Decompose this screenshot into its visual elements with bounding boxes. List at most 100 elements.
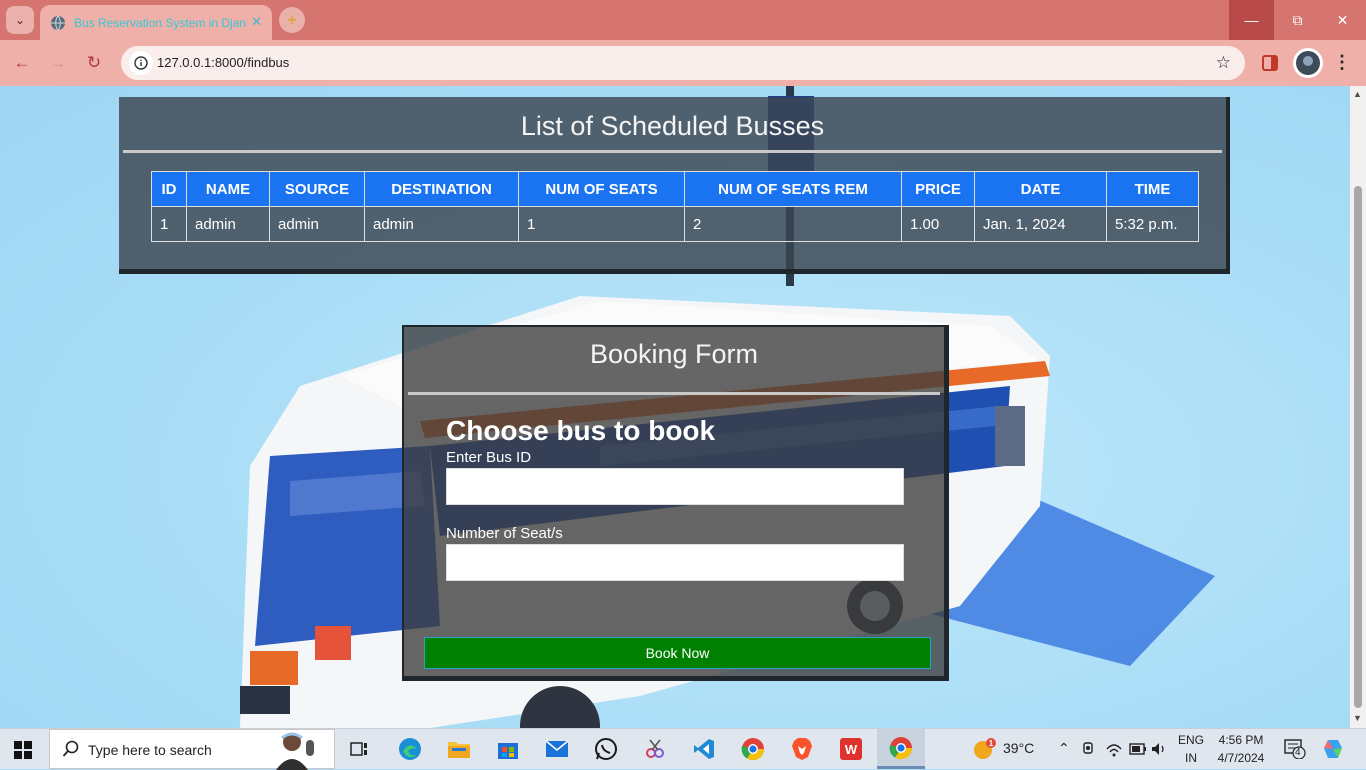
booking-form-title: Booking Form [589,339,759,369]
chrome-icon[interactable] [738,734,768,764]
column-header-num-seats: NUM OF SEATS [518,171,685,207]
clock[interactable]: 4:56 PM 4/7/2024 [1213,733,1269,765]
page-scrollbar[interactable]: ▲ ▼ [1350,86,1366,728]
forward-button[interactable]: → [47,52,69,74]
divider [123,150,1222,153]
chevron-up-icon[interactable]: ⌃ [1058,740,1070,757]
taskbar-search-placeholder: Type here to search [88,742,212,758]
snipping-tool-icon[interactable] [640,734,670,764]
weather-icon[interactable]: 1 [972,737,998,761]
browser-tab[interactable]: Bus Reservation System in Djan ✕ [40,5,272,40]
cell-name: admin [186,206,270,242]
bus-table: ID NAME SOURCE DESTINATION NUM OF SEATS … [151,171,1199,242]
brave-icon[interactable] [787,734,817,764]
bookmark-star-icon[interactable]: ☆ [1216,53,1231,73]
taskbar-search-box[interactable]: Type here to search [49,729,335,770]
form-heading: Choose bus to book [446,415,716,446]
vscode-icon[interactable] [689,734,719,764]
chrome-icon [889,737,913,760]
book-now-button[interactable]: Book Now [424,637,931,669]
bus-id-label: Enter Bus ID [446,449,532,466]
cell-destination: admin [364,206,519,242]
tab-title: Bus Reservation System in Djan [74,15,247,30]
windows-taskbar: Type here to search W 1 39°C ⌃ ENG IN 4:… [0,728,1366,770]
chrome-active-app[interactable] [877,729,925,769]
arrow-right-icon: → [49,53,67,72]
profile-avatar[interactable] [1293,48,1323,78]
url-text[interactable]: 127.0.0.1:8000/findbus [157,55,289,70]
windows-start-icon[interactable] [14,741,32,759]
cell-time: 5:32 p.m. [1106,206,1199,242]
close-window-button[interactable]: ✕ [1320,0,1365,40]
meet-now-icon[interactable] [1082,741,1096,757]
battery-icon[interactable] [1129,743,1147,755]
plus-icon: + [286,9,298,30]
cell-price: 1.00 [901,206,975,242]
reload-icon: ↻ [86,53,102,72]
copilot-icon[interactable] [1322,738,1344,760]
volume-icon[interactable] [1151,741,1167,757]
tab-strip: ⌄ Bus Reservation System in Djan ✕ + — ⧉… [0,0,1366,40]
mail-icon[interactable] [542,734,572,764]
search-highlight-illustration [276,732,314,770]
seats-label: Number of Seat/s [446,525,563,542]
minimize-button[interactable]: — [1229,0,1274,40]
scrollbar-thumb[interactable] [1354,186,1362,708]
weather-temperature[interactable]: 39°C [1003,740,1034,756]
close-tab-icon[interactable]: ✕ [251,14,262,30]
avatar-icon [1296,51,1320,75]
microsoft-store-icon[interactable] [493,734,523,764]
cell-num-seats: 1 [518,206,685,242]
edge-icon[interactable] [395,734,425,764]
whatsapp-icon[interactable] [591,734,621,764]
language-indicator[interactable]: ENG IN [1178,733,1204,765]
restore-icon: ⧉ [1292,11,1303,28]
bus-id-input[interactable] [446,468,904,505]
minimize-icon: — [1244,12,1259,28]
column-header-num-seats-rem: NUM OF SEATS REM [684,171,902,207]
more-menu-icon[interactable]: ⋮ [1333,52,1351,73]
cell-id: 1 [151,206,187,242]
seats-input[interactable] [446,544,904,581]
restore-button[interactable]: ⧉ [1275,0,1320,40]
scroll-up-icon[interactable]: ▲ [1353,89,1362,99]
language-code: ENG [1178,733,1205,747]
chevron-down-icon: ⌄ [14,13,26,27]
globe-icon [51,15,65,30]
region-code: IN [1185,751,1197,765]
column-header-name: NAME [186,171,270,207]
sidebar-panel-icon[interactable] [1262,55,1278,71]
close-icon: ✕ [1336,11,1349,28]
new-tab-button[interactable]: + [279,7,305,33]
search-icon [62,740,79,757]
scheduled-busses-panel: List of Scheduled Busses ID NAME SOURCE … [119,97,1230,274]
task-view-icon[interactable] [345,734,375,764]
column-header-id: ID [151,171,187,207]
scheduled-busses-title: List of Scheduled Busses [520,111,825,141]
wifi-icon[interactable] [1106,741,1122,757]
file-explorer-icon[interactable] [444,734,474,764]
cell-date: Jan. 1, 2024 [974,206,1107,242]
table-header-row: ID NAME SOURCE DESTINATION NUM OF SEATS … [151,171,1199,207]
browser-toolbar: ← → ↻ 127.0.0.1:8000/findbus ☆ ⋮ [0,40,1366,86]
column-header-time: TIME [1106,171,1199,207]
column-header-destination: DESTINATION [364,171,519,207]
svg-text:1: 1 [989,739,994,748]
clock-date: 4/7/2024 [1217,751,1265,765]
table-row: 1 admin admin admin 1 2 1.00 Jan. 1, 202… [151,206,1199,242]
notification-center[interactable]: 4 [1284,739,1306,764]
site-info-icon[interactable] [129,51,153,75]
booking-form-panel: Booking Form Choose bus to book Enter Bu… [402,325,949,681]
cell-source: admin [269,206,365,242]
address-bar[interactable]: 127.0.0.1:8000/findbus ☆ [121,46,1245,80]
column-header-source: SOURCE [269,171,365,207]
svg-text:W: W [845,742,858,757]
notification-count: 4 [1295,747,1301,758]
tab-search-button[interactable]: ⌄ [6,6,34,34]
arrow-left-icon: ← [13,53,31,72]
divider [408,392,940,395]
reload-button[interactable]: ↻ [83,52,105,74]
scroll-down-icon[interactable]: ▼ [1353,713,1362,723]
back-button[interactable]: ← [11,52,33,74]
wps-office-icon[interactable]: W [836,734,866,764]
